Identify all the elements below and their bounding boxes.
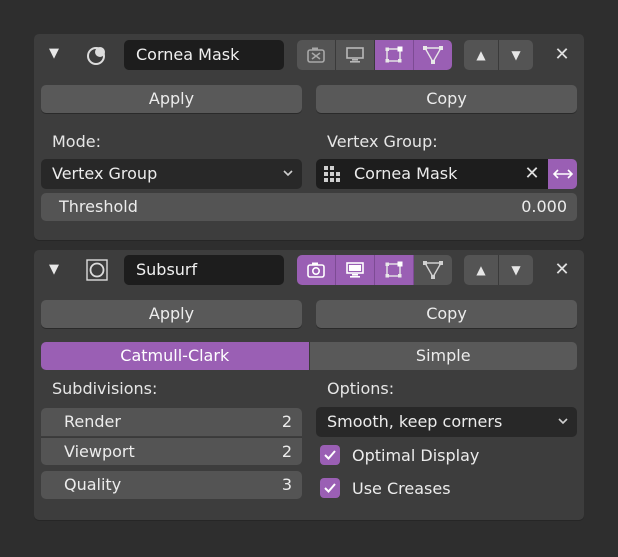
triangle-down-icon: ▼ [511, 263, 521, 277]
optimal-display-label: Optimal Display [352, 445, 480, 465]
subsurf-modifier-panel: ▼ Subsurf ▲ ▼ ✕ Apply Copy Catmull-Clark… [34, 250, 584, 520]
move-up-button[interactable]: ▲ [464, 40, 499, 70]
algorithm-catmull-clark[interactable]: Catmull-Clark [41, 342, 309, 370]
collapse-triangle-icon[interactable]: ▼ [44, 44, 64, 64]
vertex-group-icon [322, 164, 342, 188]
copy-button[interactable]: Copy [316, 85, 577, 113]
use-creases-checkbox[interactable] [320, 478, 340, 498]
edit-mode-icon [385, 46, 403, 63]
camera-icon [307, 262, 325, 278]
mask-move-buttons: ▲ ▼ [464, 40, 533, 70]
checkmark-icon [324, 483, 336, 493]
clear-close-icon[interactable]: ✕ [522, 164, 542, 184]
uv-smooth-value: Smooth, keep corners [327, 412, 503, 431]
mode-label: Mode: [52, 132, 101, 151]
threshold-value: 0.000 [521, 197, 567, 216]
viewport-toggle[interactable] [336, 40, 375, 70]
cage-toggle[interactable] [414, 255, 452, 285]
mask-visibility-toggles [297, 40, 452, 70]
render-value: 2 [281, 412, 292, 431]
render-toggle[interactable] [297, 255, 336, 285]
invert-vertex-group-toggle[interactable] [548, 159, 577, 189]
quality-value: 3 [281, 475, 292, 494]
move-down-button[interactable]: ▼ [499, 40, 533, 70]
subsurf-modifier-icon [85, 258, 109, 282]
triangle-up-icon: ▲ [476, 263, 486, 277]
options-label: Options: [327, 379, 395, 398]
subsurf-visibility-toggles [297, 255, 452, 285]
triangle-up-icon: ▲ [476, 48, 486, 62]
vertex-cage-icon [423, 261, 443, 279]
threshold-slider[interactable]: Threshold 0.000 [41, 193, 577, 221]
optimal-display-checkbox-row[interactable]: Optimal Display [320, 445, 479, 465]
vertex-group-field[interactable]: Cornea Mask ✕ [316, 159, 549, 189]
checkmark-icon [324, 450, 336, 460]
quality-label: Quality [64, 475, 122, 494]
collapse-triangle-icon[interactable]: ▼ [44, 260, 64, 280]
optimal-display-checkbox[interactable] [320, 445, 340, 465]
use-creases-checkbox-row[interactable]: Use Creases [320, 478, 451, 498]
vertex-group-value: Cornea Mask [354, 164, 458, 183]
monitor-icon [346, 262, 364, 278]
uv-smooth-dropdown[interactable]: Smooth, keep corners [316, 407, 577, 437]
mask-modifier-panel: ▼ Cornea Mask ▲ ▼ ✕ Apply Copy Mode: Ver… [34, 34, 584, 240]
triangle-down-icon: ▼ [511, 48, 521, 62]
move-up-button[interactable]: ▲ [464, 255, 499, 285]
viewport-value: 2 [281, 442, 292, 461]
mask-modifier-icon [85, 43, 109, 67]
use-creases-label: Use Creases [352, 478, 451, 498]
mode-value: Vertex Group [52, 164, 158, 183]
edit-mode-icon [385, 261, 403, 278]
move-down-button[interactable]: ▼ [499, 255, 533, 285]
apply-button[interactable]: Apply [41, 300, 302, 328]
double-arrow-icon [552, 169, 573, 179]
subsurf-move-buttons: ▲ ▼ [464, 255, 533, 285]
viewport-levels-field[interactable]: Viewport 2 [41, 437, 302, 465]
subdivisions-label: Subdivisions: [52, 379, 158, 398]
remove-modifier-close-icon[interactable]: ✕ [552, 260, 572, 280]
render-levels-field[interactable]: Render 2 [41, 408, 302, 436]
vertex-group-label: Vertex Group: [327, 132, 438, 151]
modifier-name-field[interactable]: Subsurf [124, 255, 284, 285]
render-label: Render [64, 412, 121, 431]
editmode-toggle[interactable] [375, 255, 414, 285]
apply-button[interactable]: Apply [41, 85, 302, 113]
mode-dropdown[interactable]: Vertex Group [41, 159, 302, 189]
cage-toggle[interactable] [414, 40, 452, 70]
editmode-toggle[interactable] [375, 40, 414, 70]
copy-button[interactable]: Copy [316, 300, 577, 328]
chevron-down-icon [557, 407, 569, 447]
remove-modifier-close-icon[interactable]: ✕ [552, 45, 572, 65]
viewport-toggle[interactable] [336, 255, 375, 285]
render-toggle[interactable] [297, 40, 336, 70]
threshold-label: Threshold [59, 197, 138, 216]
subdivision-algorithm-selector: Catmull-Clark Simple [41, 342, 577, 370]
vertex-cage-icon [423, 46, 443, 64]
modifier-name-field[interactable]: Cornea Mask [124, 40, 284, 70]
quality-field[interactable]: Quality 3 [41, 471, 302, 499]
monitor-icon [346, 47, 364, 63]
camera-disabled-icon [307, 47, 325, 63]
algorithm-simple[interactable]: Simple [308, 342, 577, 370]
viewport-label: Viewport [64, 442, 135, 461]
